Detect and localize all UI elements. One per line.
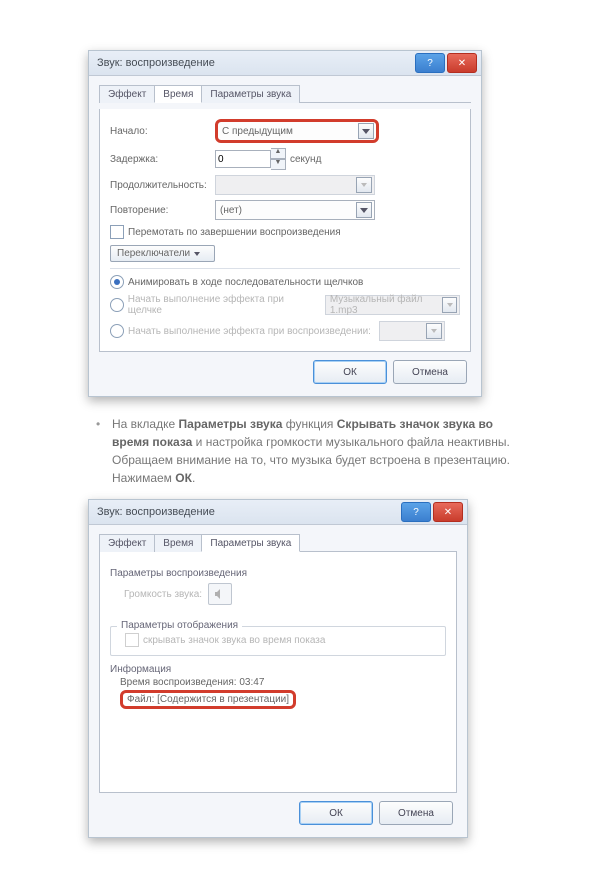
delay-label: Задержка: — [110, 154, 215, 165]
volume-button — [208, 583, 232, 605]
hide-icon-checkbox: скрывать значок звука во время показа — [125, 633, 437, 647]
file-info: Файл: [Содержится в презентации] — [120, 690, 296, 709]
delay-spinner[interactable]: ▲ ▼ — [215, 148, 290, 170]
click-target-combo: Музыкальный файл 1.mp3 — [325, 295, 460, 315]
tab-time[interactable]: Время — [154, 85, 202, 103]
radio-label: Анимировать в ходе последовательности ще… — [128, 277, 363, 288]
help-button[interactable]: ? — [401, 502, 431, 522]
hide-icon-label: скрывать значок звука во время показа — [143, 635, 325, 646]
tab-time[interactable]: Время — [154, 534, 202, 552]
start-label: Начало: — [110, 126, 215, 137]
ok-button[interactable]: ОК — [299, 801, 373, 825]
volume-label: Громкость звука: — [124, 589, 202, 600]
radio-start-on-click[interactable]: Начать выполнение эффекта при щелчке Муз… — [110, 294, 460, 316]
delay-input[interactable] — [215, 150, 271, 168]
start-value: С предыдущим — [222, 126, 293, 137]
cancel-button[interactable]: Отмена — [393, 360, 467, 384]
chevron-down-icon — [356, 177, 372, 193]
dialog-title: Звук: воспроизведение — [97, 57, 215, 69]
radio-label: Начать выполнение эффекта при щелчке — [128, 294, 317, 316]
switches-label: Переключатели — [117, 248, 190, 259]
chevron-down-icon — [194, 252, 200, 256]
tab-sound-params[interactable]: Параметры звука — [201, 85, 300, 103]
playtime-text: Время воспроизведения: 03:47 — [120, 677, 446, 688]
group-display-params: Параметры отображения — [117, 620, 242, 631]
repeat-label: Повторение: — [110, 205, 215, 216]
click-target-value: Музыкальный файл 1.mp3 — [330, 294, 442, 316]
repeat-combo[interactable]: (нет) — [215, 200, 375, 220]
titlebar[interactable]: Звук: воспроизведение ? ✕ — [89, 51, 481, 76]
dialog-sound-params: Звук: воспроизведение ? ✕ Эффект Время П… — [88, 499, 468, 838]
chevron-down-icon — [356, 202, 372, 218]
spin-up-icon[interactable]: ▲ — [271, 148, 286, 159]
paragraph: На вкладке Параметры звука функция Скрыв… — [112, 415, 525, 487]
close-button[interactable]: ✕ — [433, 502, 463, 522]
play-target-combo — [379, 321, 445, 341]
delay-unit: секунд — [290, 154, 321, 165]
titlebar[interactable]: Звук: воспроизведение ? ✕ — [89, 500, 467, 525]
radio-start-on-play[interactable]: Начать выполнение эффекта при воспроизве… — [110, 321, 460, 341]
duration-label: Продолжительность: — [110, 180, 215, 191]
radio-label: Начать выполнение эффекта при воспроизве… — [128, 326, 371, 337]
chevron-down-icon — [442, 297, 457, 313]
tab-sound-params[interactable]: Параметры звука — [201, 534, 300, 552]
tab-effect[interactable]: Эффект — [99, 534, 155, 552]
start-combo[interactable]: С предыдущим — [215, 119, 379, 143]
rewind-checkbox[interactable]: Перемотать по завершении воспроизведения — [110, 225, 460, 239]
tab-effect[interactable]: Эффект — [99, 85, 155, 103]
help-button[interactable]: ? — [415, 53, 445, 73]
rewind-label: Перемотать по завершении воспроизведения — [128, 227, 341, 238]
ok-button[interactable]: ОК — [313, 360, 387, 384]
cancel-button[interactable]: Отмена — [379, 801, 453, 825]
speaker-icon — [214, 588, 226, 600]
dialog-title: Звук: воспроизведение — [97, 506, 215, 518]
chevron-down-icon — [426, 323, 442, 339]
repeat-value: (нет) — [220, 205, 242, 216]
group-info: Информация — [110, 664, 446, 675]
duration-combo — [215, 175, 375, 195]
chevron-down-icon — [358, 123, 374, 139]
spin-down-icon[interactable]: ▼ — [271, 159, 286, 170]
dialog-time: Звук: воспроизведение ? ✕ Эффект Время П… — [88, 50, 482, 397]
close-button[interactable]: ✕ — [447, 53, 477, 73]
group-play-params: Параметры воспроизведения — [110, 568, 438, 579]
switches-button[interactable]: Переключатели — [110, 245, 215, 262]
radio-animate-sequence[interactable]: Анимировать в ходе последовательности ще… — [110, 275, 460, 289]
